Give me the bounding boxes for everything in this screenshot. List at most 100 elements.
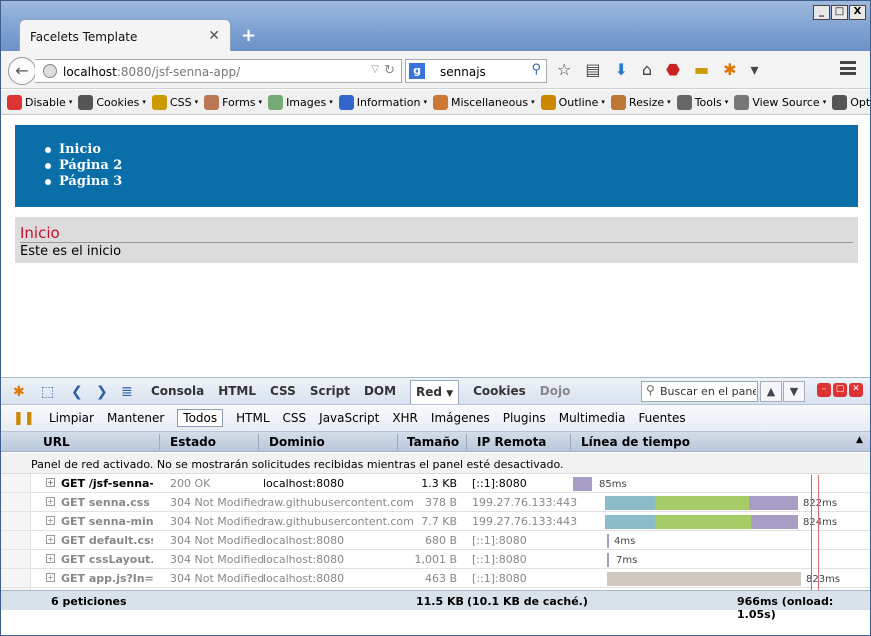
filter-fuentes[interactable]: Fuentes [638,411,685,425]
request-row[interactable]: + GET /jsf-senna-a 200 OK localhost:8080… [1,474,870,493]
tab-red[interactable]: Red ▼ [410,380,460,404]
close-tab-icon[interactable]: ✕ [208,28,220,44]
search-prev-icon[interactable]: ▲ [760,381,782,402]
webdev-menu-images[interactable]: Images ▾ [268,94,333,110]
filter-xhr[interactable]: XHR [392,411,418,425]
header-timeline[interactable]: Línea de tiempo [581,435,690,449]
filter-javascript[interactable]: JavaScript [319,411,379,425]
webdev-menu-view-source[interactable]: View Source ▾ [734,94,827,110]
request-row[interactable]: + GET senna.css 304 Not Modified raw.git… [1,493,870,512]
webdev-menu-information[interactable]: Information ▾ [338,94,427,110]
bookmark-star-icon[interactable]: ☆ [557,60,571,79]
webdev-menu-forms[interactable]: Forms ▾ [204,94,262,110]
cookies-icon [78,94,94,110]
search-go-icon[interactable]: ⚲ [531,62,541,77]
tab-css[interactable]: CSS [270,384,296,404]
tab-dojo[interactable]: Dojo [540,384,571,404]
request-row[interactable]: + GET cssLayout.c 304 Not Modified local… [1,550,870,569]
sort-up-icon[interactable]: ▲ [856,435,863,445]
firebug-icon[interactable]: ✱ [723,60,736,79]
home-icon[interactable]: ⌂ [642,60,652,79]
filter-imagenes[interactable]: Imágenes [431,411,490,425]
detach-panel-icon[interactable]: ▢ [833,383,847,397]
filter-multimedia[interactable]: Multimedia [559,411,626,425]
tab-dom[interactable]: DOM [364,384,396,404]
expand-icon[interactable]: + [46,573,55,582]
expand-icon[interactable]: + [46,554,55,563]
url-dropdown-icon[interactable]: ▽ [371,64,379,75]
webdev-menu-css[interactable]: CSS ▾ [151,94,198,110]
expand-icon[interactable]: + [46,516,55,525]
expand-icon[interactable]: + [46,478,55,487]
webdev-menu-resize[interactable]: Resize ▾ [610,94,671,110]
chevron-down-icon: ▾ [822,98,827,106]
expand-icon[interactable]: + [46,535,55,544]
command-line-icon[interactable]: ≣ [121,384,133,400]
menu-link-inicio[interactable]: Inicio [44,142,122,158]
timeline-label: 7ms [616,555,638,566]
bar-chart-icon[interactable]: ▬ [694,60,709,79]
webdev-menu-disable[interactable]: Disable ▾ [7,94,72,110]
persist-button[interactable]: Mantener [107,411,164,425]
header-tamano[interactable]: Tamaño [407,435,459,449]
request-size: 680 B [424,534,457,547]
close-panel-icon[interactable]: ✕ [849,383,863,397]
back-nav-icon[interactable]: ❮ [71,384,83,400]
adblock-icon[interactable]: ⬣ [666,60,680,79]
tab-cookies[interactable]: Cookies [473,384,526,404]
header-url[interactable]: URL [43,435,70,449]
minimize-button[interactable]: _ [813,5,830,20]
search-next-icon[interactable]: ▼ [783,381,805,402]
menu-link-pagina-2[interactable]: Página 2 [44,158,122,174]
menu-link-pagina-3[interactable]: Página 3 [44,174,122,190]
back-arrow-icon[interactable]: ← [8,57,36,85]
timeline-bar-connect [605,515,655,529]
new-tab-icon[interactable]: + [241,25,256,46]
webdev-menu-cookies[interactable]: Cookies ▾ [78,94,146,110]
header-ip[interactable]: IP Remota [477,435,546,449]
request-size: 1.3 KB [421,477,457,490]
download-icon[interactable]: ⬇ [614,60,627,79]
filter-html[interactable]: HTML [236,411,269,425]
inspect-icon[interactable]: ⬚ [41,384,54,400]
maximize-button[interactable]: □ [831,5,848,20]
header-dominio[interactable]: Dominio [269,435,325,449]
clear-button[interactable]: Limpiar [49,411,94,425]
xhr-pause-icon[interactable]: ❚❚ [13,411,35,426]
reload-icon[interactable]: ↻ [384,63,395,78]
request-row[interactable]: + GET default.css? 304 Not Modified loca… [1,531,870,550]
header-estado[interactable]: Estado [170,435,216,449]
search-field[interactable]: g sennajs ⚲ [405,59,547,83]
forward-nav-icon[interactable]: ❯ [96,384,108,400]
minimize-panel-icon[interactable]: – [817,383,831,397]
tab-consola[interactable]: Consola [151,384,204,404]
hamburger-menu-icon[interactable] [840,61,856,75]
request-size: 463 B [424,572,457,585]
filter-css[interactable]: CSS [283,411,307,425]
firebug-bug-icon[interactable]: ✱ [13,384,25,400]
filter-todos[interactable]: Todos [177,409,224,427]
request-row[interactable]: + GET senna-min.j 304 Not Modified raw.g… [1,512,870,531]
webdev-menu-outline[interactable]: Outline ▾ [540,94,605,110]
browser-tab[interactable]: Facelets Template ✕ [19,19,231,52]
webdev-menu-miscellaneous[interactable]: Miscellaneous ▾ [432,94,535,110]
request-row[interactable]: + GET app.js?ln=js 304 Not Modified loca… [1,569,870,588]
panel-search-placeholder: Buscar en el panel R [660,385,756,398]
site-menu: Inicio Página 2 Página 3 [15,125,858,207]
timeline-label: 824ms [803,517,838,528]
url-text: localhost:8080/jsf-senna-app/ [63,65,240,79]
panel-search-input[interactable]: Buscar en el panel R [641,381,758,402]
google-icon[interactable]: g [409,63,425,79]
reading-list-icon[interactable]: ▤ [585,60,600,79]
tab-html[interactable]: HTML [218,384,256,404]
overflow-chevron-icon[interactable]: ▾ [751,60,759,79]
nav-icons: ☆ ▤ ⬇ ⌂ ⬣ ▬ ✱ ▾ [557,60,759,79]
webdev-menu-options[interactable]: Options▾ [832,94,870,110]
filter-plugins[interactable]: Plugins [503,411,546,425]
request-domain: localhost:8080 [263,553,345,566]
tab-script[interactable]: Script [310,384,350,404]
webdev-menu-tools[interactable]: Tools ▾ [676,94,728,110]
expand-icon[interactable]: + [46,497,55,506]
close-window-button[interactable]: X [849,5,866,20]
url-bar[interactable]: localhost:8080/jsf-senna-app/ ▽ ↻ [35,59,402,83]
